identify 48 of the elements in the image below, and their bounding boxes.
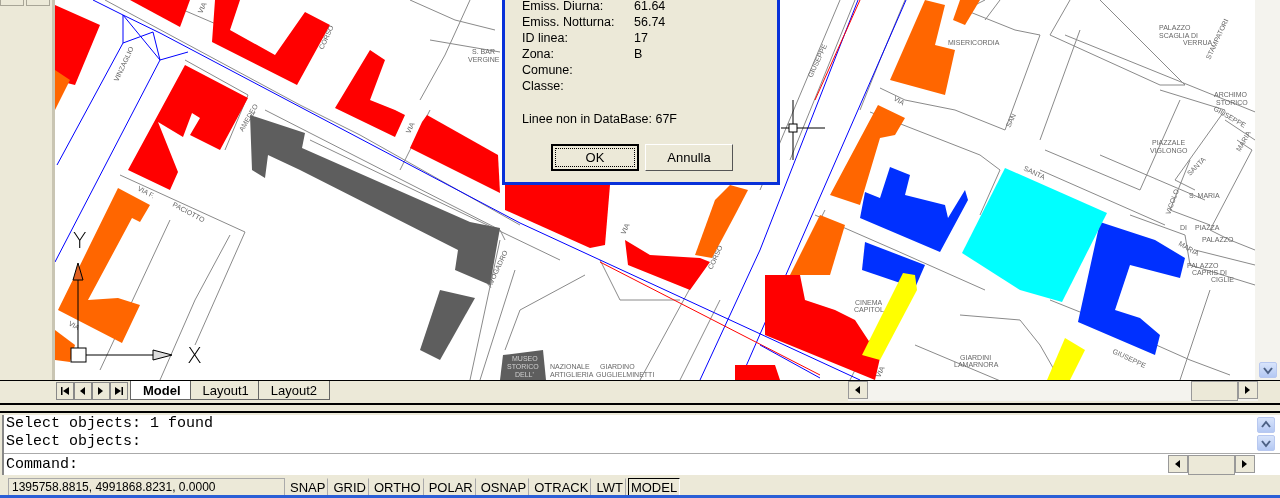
crosshair-cursor-icon (780, 99, 826, 161)
field-value: 56.74 (634, 16, 667, 29)
command-prompt[interactable]: Command: (6, 456, 78, 473)
arrow-left-icon (853, 385, 863, 395)
tab-nav-button[interactable] (110, 382, 128, 400)
field-value: 61.64 (634, 0, 667, 13)
field-label: Emiss. Notturna: (522, 16, 616, 29)
scroll-right-button[interactable] (1238, 381, 1258, 399)
field-label: Zona: (522, 48, 555, 61)
scroll-down-button[interactable] (1257, 435, 1275, 451)
chevron-down-icon (1262, 365, 1273, 375)
scroll-thumb[interactable] (1191, 381, 1238, 401)
status-toggle[interactable]: SNAP (287, 478, 329, 496)
status-toggle[interactable]: OTRACK (531, 478, 592, 496)
arrow-last-icon (114, 386, 124, 396)
status-toggle[interactable]: MODEL (627, 478, 681, 496)
scroll-left-button[interactable] (1168, 454, 1188, 473)
scroll-down-button[interactable] (1258, 362, 1277, 378)
field-value: 17 (634, 32, 649, 45)
dialog-button[interactable]: Annulla (645, 144, 733, 171)
tab-nav-button[interactable] (92, 382, 110, 400)
arrow-left-icon (78, 386, 88, 396)
command-history-line: Select objects: (6, 433, 143, 451)
chevron-down-icon (1261, 438, 1271, 448)
scroll-left-button[interactable] (848, 381, 868, 399)
scroll-right-button[interactable] (1235, 454, 1255, 473)
field-label: Classe: (522, 80, 565, 93)
arrow-left-icon (1173, 458, 1183, 469)
layout-tab[interactable]: Layout2 (257, 381, 331, 400)
field-label: Emiss. Diurna: (522, 0, 605, 13)
tab-nav-button[interactable] (56, 382, 74, 400)
tab-nav-button[interactable] (74, 382, 92, 400)
dialog-note: Linee non in DataBase: 67F (521, 111, 678, 126)
ucs-axes-icon (70, 262, 173, 363)
scroll-up-button[interactable] (1257, 417, 1275, 433)
arrow-first-icon (60, 386, 70, 396)
splitter-bar[interactable] (0, 403, 1280, 413)
field-value: B (634, 48, 644, 61)
vertical-scrollbar[interactable] (1255, 0, 1280, 380)
command-history-line: Select objects: 1 found (6, 415, 215, 433)
field-label: Comune: (522, 64, 574, 77)
field-label: ID linea: (522, 32, 569, 45)
axis-label: Y (73, 228, 87, 253)
scroll-thumb[interactable] (1188, 454, 1235, 475)
horizontal-scrollbar[interactable] (848, 381, 1258, 401)
dialog-button[interactable]: OK (551, 144, 639, 171)
axis-label: X (187, 343, 203, 368)
chevron-up-icon (1261, 420, 1271, 430)
